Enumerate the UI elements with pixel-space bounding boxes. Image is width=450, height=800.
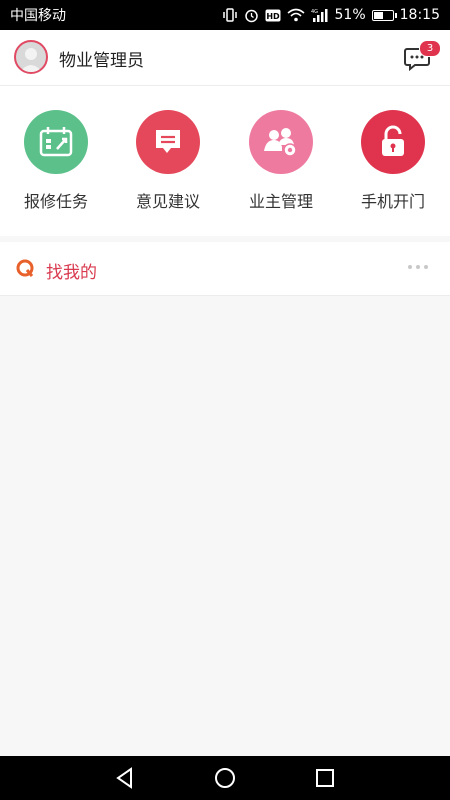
action-circle <box>24 110 88 174</box>
unlock-icon <box>382 125 404 156</box>
vibrate-icon <box>222 8 238 22</box>
battery-percent: 51% <box>334 7 366 23</box>
user-name: 物业管理员 <box>59 51 144 71</box>
signal-icon: 4G <box>311 8 329 22</box>
repair-calendar-icon <box>39 127 73 157</box>
action-owner-management[interactable]: 业主管理 <box>231 110 331 220</box>
alarm-icon <box>244 8 259 23</box>
battery-icon <box>371 9 397 21</box>
status-bar: 中国移动 HD 4G 51% 18:15 <box>0 0 450 30</box>
default-avatar-icon <box>20 48 42 72</box>
status-icons: HD 4G 51% 18:15 <box>222 7 440 23</box>
home-icon[interactable] <box>211 764 239 792</box>
back-icon[interactable] <box>111 764 139 792</box>
action-label: 意见建议 <box>135 192 200 211</box>
battery-fill <box>373 11 383 19</box>
recents-icon[interactable] <box>311 764 339 792</box>
action-mobile-unlock[interactable]: 手机开门 <box>343 110 443 220</box>
section-title: 找我的 <box>46 263 97 283</box>
action-circle <box>136 110 200 174</box>
action-feedback[interactable]: 意见建议 <box>118 110 218 220</box>
action-label: 报修任务 <box>23 192 88 211</box>
network-type-label: 4G <box>311 9 318 15</box>
hd-icon: HD <box>265 9 281 22</box>
avatar[interactable] <box>14 40 48 74</box>
find-me-section[interactable]: 找我的 <box>0 242 450 296</box>
clock: 18:15 <box>399 7 440 23</box>
owners-gear-icon <box>264 128 297 157</box>
carrier-label: 中国移动 <box>10 8 66 24</box>
svg-text:HD: HD <box>266 12 280 21</box>
app-header: 物业管理员 3 <box>0 30 450 86</box>
action-repair-tasks[interactable]: 报修任务 <box>6 110 106 220</box>
action-circle <box>361 110 425 174</box>
action-label: 手机开门 <box>360 192 425 211</box>
action-circle <box>249 110 313 174</box>
action-label: 业主管理 <box>248 192 313 211</box>
more-icon[interactable] <box>406 262 430 272</box>
chat-message-icon <box>156 130 180 153</box>
system-nav-bar <box>0 756 450 800</box>
wifi-icon <box>286 8 305 22</box>
find-me-icon <box>16 259 34 277</box>
quick-actions: 报修任务 意见建议 业主管理 手机开门 <box>0 86 450 236</box>
message-badge: 3 <box>419 40 441 57</box>
